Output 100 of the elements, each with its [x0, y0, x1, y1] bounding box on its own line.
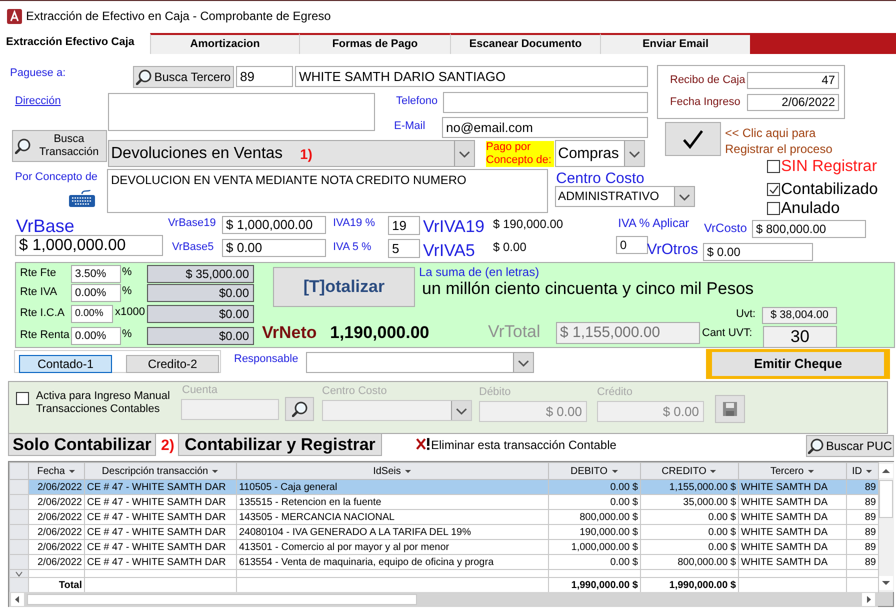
payment-concept-dropdown[interactable]: Compras	[555, 140, 645, 167]
cost-center-dropdown[interactable]: ADMINISTRATIVO	[555, 186, 695, 207]
payment-mode-button[interactable]: Credito-2	[126, 355, 219, 373]
rate-field[interactable]: 0.00%	[71, 305, 113, 323]
field-label: Dirección	[15, 95, 61, 108]
chevron-down-icon	[451, 401, 471, 420]
window-title: Extracción de Efectivo en Caja - Comprobante de Egreso	[26, 9, 331, 24]
row-selector[interactable]	[10, 540, 28, 554]
tab[interactable]: Formas de Pago	[299, 33, 450, 54]
step-number: 2)	[161, 437, 174, 454]
app-icon	[7, 9, 22, 24]
date-field[interactable]: 2/06/2022	[747, 94, 839, 111]
checkbox[interactable]	[16, 392, 29, 405]
rate-field[interactable]: 0.00%	[71, 327, 121, 345]
field-label: Fecha Ingreso	[670, 96, 740, 109]
unit-label: x1000	[115, 305, 145, 320]
receipt-number-field[interactable]: 47	[747, 72, 839, 89]
scrollbar-thumb[interactable]	[879, 480, 893, 518]
totalize-button[interactable]: [T]otalizar	[273, 267, 415, 307]
scroll-up-icon	[879, 464, 893, 478]
row-selector[interactable]	[10, 510, 28, 524]
email-field[interactable]: no@email.com	[442, 117, 648, 138]
address-field[interactable]	[108, 93, 375, 131]
field-label: VrTotal	[488, 322, 540, 342]
search-third-party-button[interactable]: Busca Tercero	[133, 66, 234, 88]
delete-transaction-link[interactable]: Eliminar esta transacción Contable	[431, 438, 616, 452]
field-label: Rte I.C.A	[20, 306, 65, 321]
step-number: 1)	[300, 146, 312, 162]
rate-field[interactable]: 3.50%	[71, 265, 121, 283]
chevron-down-icon	[513, 353, 533, 372]
row-selector[interactable]	[10, 554, 28, 570]
field-label: IVA % Aplicar	[618, 217, 690, 230]
column-header[interactable]: Tercero	[738, 462, 846, 480]
table-row[interactable]: 2/06/2022 CE # 47 - WHITE SAMTH DAR 143505 - MERCANCIA NACIONAL 800,000.00 $ 0.00 $ WHITE SAMTH DA 89	[10, 510, 878, 524]
sort-arrow-icon	[610, 467, 619, 475]
table-row[interactable]: 2/06/2022 CE # 47 - WHITE SAMTH DAR 413501 - Comercio al por mayor y al por menor 1,000,000.00 $ 0.00 $ WHITE SAMTH DA 89	[10, 540, 878, 554]
post-only-button[interactable]: Solo Contabilizar	[8, 433, 156, 456]
field-label: Cant UVT:	[702, 327, 752, 340]
search-puc-button[interactable]: Buscar PUC	[806, 435, 894, 457]
table-row[interactable]: 2/06/2022 CE # 47 - WHITE SAMTH DAR 613554 - Venta de maquinaria, equipo de oficina y progra 0.00 $ 800,000.00 $ WHITE SAMTH DA 89	[10, 554, 878, 570]
field-label: Uvt:	[736, 308, 756, 321]
field-label: VrBase5	[172, 241, 214, 254]
percent-field[interactable]: 0	[616, 236, 648, 254]
percent-field[interactable]: 5	[388, 239, 420, 258]
search-transaction-button[interactable]: Busca Transacción	[12, 130, 107, 162]
search-button[interactable]	[285, 397, 314, 421]
field-label: Rte Renta	[20, 328, 70, 343]
row-selector[interactable]	[10, 524, 28, 540]
rate-field[interactable]: 0.00%	[71, 284, 121, 302]
row-selector[interactable]	[10, 480, 28, 494]
column-header[interactable]: CREDITO	[640, 462, 738, 480]
field-label: VrIVA5	[423, 241, 475, 260]
phone-field[interactable]	[443, 92, 648, 113]
amount-field[interactable]: $ 0.00	[703, 243, 813, 261]
withholding-amount-field: $ 35,000.00	[147, 265, 254, 283]
search-icon	[808, 438, 824, 454]
cost-center-dropdown[interactable]	[322, 400, 472, 421]
name-field[interactable]: WHITE SAMTH DARIO SANTIAGO	[295, 66, 648, 87]
row-selector[interactable]	[10, 494, 28, 510]
percent-field[interactable]: 19	[388, 216, 420, 235]
chevron-down-icon	[624, 141, 644, 166]
post-and-register-button[interactable]: Contabilizar y Registrar	[178, 433, 382, 456]
register-button[interactable]	[665, 122, 721, 156]
delete-icon	[416, 438, 431, 450]
tab[interactable]: Enviar Email	[600, 33, 750, 54]
column-header[interactable]: IdSeis	[236, 462, 548, 480]
withholding-amount-field: $0.00	[147, 305, 254, 323]
table-row[interactable]: 2/06/2022 CE # 47 - WHITE SAMTH DAR 110505 - Caja general 0.00 $ 1,155,000.00 $ WHITE SAMTH DA 89	[10, 480, 878, 494]
tab[interactable]: Amortizacion	[150, 33, 299, 54]
unit-label: %	[122, 284, 132, 299]
field-label: Rte Fte	[20, 266, 56, 281]
payment-mode-button[interactable]: Contado-1	[19, 355, 112, 373]
amount-field[interactable]: $ 800,000.00	[752, 220, 866, 238]
table-row[interactable]: 2/06/2022 CE # 47 - WHITE SAMTH DAR 24080104 - IVA GENERADO A LA TARIFA DEL 19% 190,000.00 $ 0.00 $ WHITE SAMTH DA 89	[10, 524, 878, 540]
table-row[interactable]: 2/06/2022 CE # 47 - WHITE SAMTH DAR 135515 - Retencion en la fuente 0.00 $ 35,000.00 $ WHITE SAMTH DA 89	[10, 494, 878, 510]
base-amount-field[interactable]: $ 1,000,000.00	[15, 235, 163, 256]
amount-value: $ 0.00	[493, 241, 526, 254]
search-icon	[15, 138, 31, 154]
responsible-dropdown[interactable]	[306, 352, 534, 373]
issue-check-button[interactable]: Emitir Cheque	[706, 349, 890, 379]
column-header[interactable]: Descripción transacción	[84, 462, 236, 480]
code-field[interactable]: 89	[236, 66, 293, 87]
field-label: VrCosto	[704, 222, 747, 235]
checkbox[interactable]	[767, 160, 780, 173]
checkbox[interactable]	[767, 202, 780, 215]
tab[interactable]: Escanear Documento	[450, 33, 600, 54]
amount-field[interactable]: $ 1,000,000.00	[222, 216, 326, 234]
sort-arrow-icon	[404, 467, 412, 475]
scrollbar-thumb[interactable]	[27, 594, 417, 605]
concept-field[interactable]: DEVOLUCION EN VENTA MEDIANTE NOTA CREDITO NUMERO	[107, 169, 548, 213]
field-label: VrIVA19	[423, 217, 484, 236]
field-label: IVA 5 %	[333, 241, 372, 254]
checkbox[interactable]	[767, 183, 780, 196]
column-header[interactable]: DEBITO	[548, 462, 640, 480]
field-label: IVA19 %	[333, 217, 375, 230]
field-label: VrBase	[16, 217, 74, 236]
amount-field[interactable]: $ 0.00	[222, 239, 326, 257]
save-button[interactable]	[715, 395, 745, 423]
account-field[interactable]	[181, 399, 279, 420]
field-label: Paguese a:	[10, 67, 66, 80]
